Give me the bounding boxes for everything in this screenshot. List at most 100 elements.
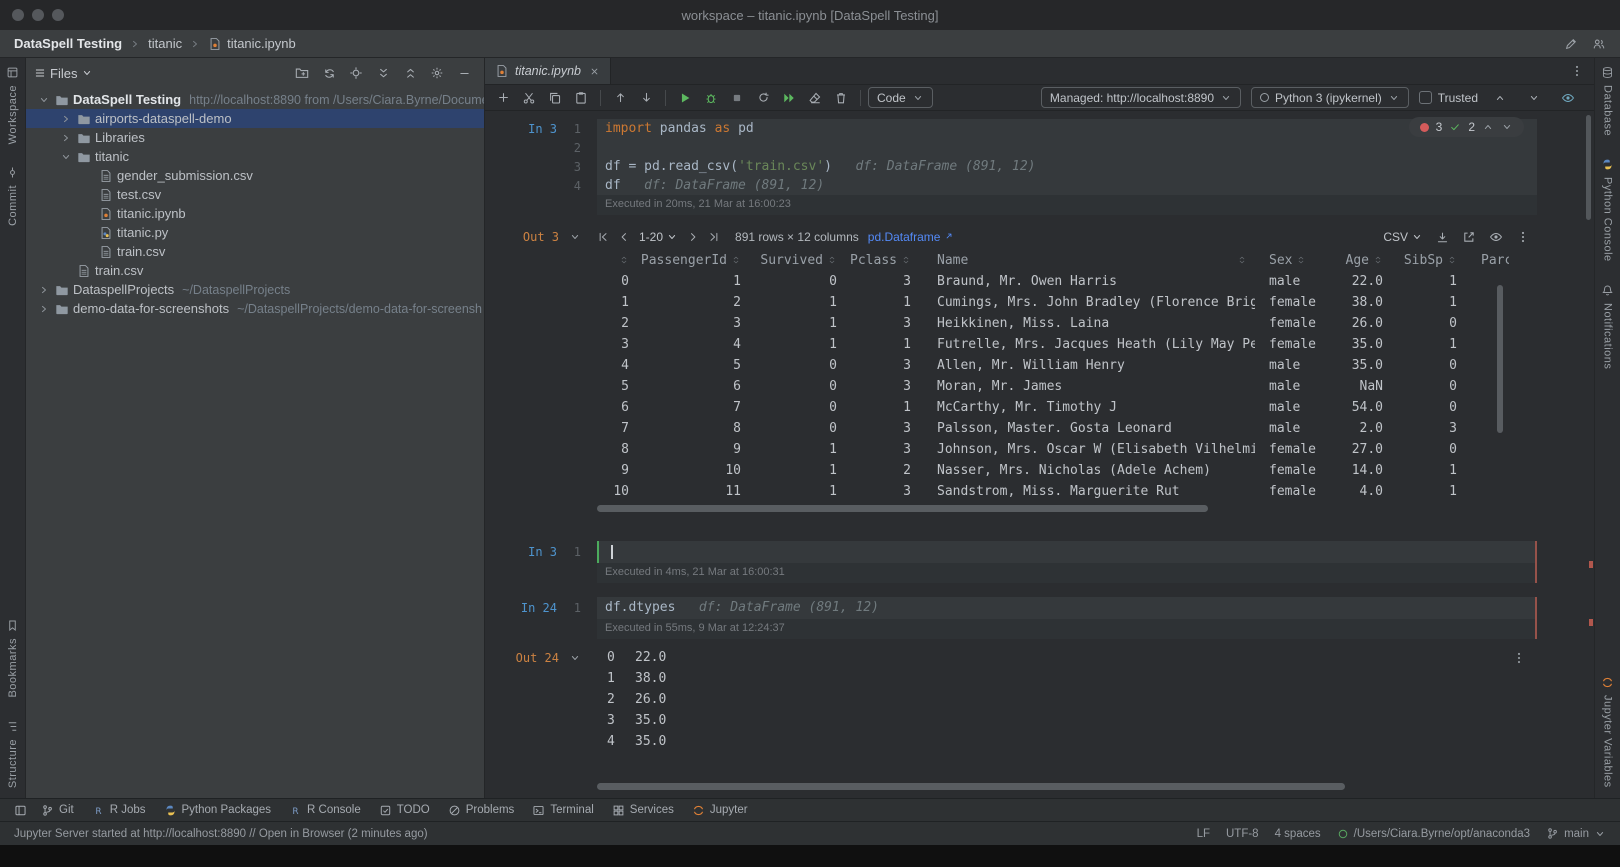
hide-icon[interactable] <box>452 62 476 84</box>
jupyter-server-select[interactable]: Managed: http://localhost:8890 <box>1041 87 1241 108</box>
status-message[interactable]: Jupyter Server started at http://localho… <box>14 828 428 840</box>
table-vertical-scrollbar[interactable] <box>1497 285 1503 433</box>
tool-stripe-jupyter-variables[interactable]: Jupyter Variables <box>1601 676 1614 788</box>
move-cell-down-icon[interactable] <box>634 87 658 109</box>
minimize-button[interactable] <box>32 9 44 21</box>
column-header-survived[interactable]: Survived <box>749 249 845 271</box>
tree-item-airports-dataspell-demo[interactable]: airports-dataspell-demo <box>26 109 484 128</box>
tool-stripe-python-console[interactable]: Python Console <box>1601 158 1614 262</box>
settings-icon[interactable] <box>425 62 449 84</box>
breadcrumb-file[interactable]: titanic.ipynb <box>208 36 296 51</box>
next-problem-icon[interactable] <box>1501 121 1513 133</box>
chevron-right-icon[interactable] <box>58 132 74 144</box>
line-separator-indicator[interactable]: LF <box>1197 828 1210 840</box>
next-page-icon[interactable] <box>687 231 699 243</box>
interrupt-kernel-icon[interactable] <box>725 87 749 109</box>
breadcrumb-folder[interactable]: titanic <box>148 36 182 51</box>
chevron-down-icon[interactable] <box>36 94 52 106</box>
column-header-pclass[interactable]: Pclass <box>845 249 919 271</box>
toolwindow-r-jobs[interactable]: RR Jobs <box>83 799 155 821</box>
output-collapse-chevron-icon[interactable] <box>569 652 581 664</box>
tool-stripe-workspace[interactable]: Workspace <box>6 66 19 144</box>
tool-stripe-commit[interactable]: Commit <box>6 166 19 226</box>
copy-cell-icon[interactable] <box>543 87 567 109</box>
locate-icon[interactable] <box>344 62 368 84</box>
collapse-all-icon[interactable] <box>398 62 422 84</box>
column-header-sibsp[interactable]: SibSp <box>1391 249 1465 271</box>
close-button[interactable] <box>12 9 24 21</box>
tree-item-dataspellprojects[interactable]: DataspellProjects~/DataspellProjects <box>26 280 484 299</box>
restart-kernel-icon[interactable] <box>751 87 775 109</box>
toolwindow-todo[interactable]: TODO <box>370 799 439 821</box>
toolwindow-problems[interactable]: Problems <box>439 799 524 821</box>
page-range-select[interactable]: 1-20 <box>639 230 678 244</box>
chevron-right-icon[interactable] <box>36 303 52 315</box>
tab-close-icon[interactable] <box>589 66 600 77</box>
kebab-menu-icon[interactable] <box>1512 647 1530 668</box>
encoding-indicator[interactable]: UTF-8 <box>1226 828 1259 840</box>
scrollbar-thumb[interactable] <box>597 505 1208 512</box>
cut-cell-icon[interactable] <box>517 87 541 109</box>
tree-item-titanic-ipynb[interactable]: titanic.ipynb <box>26 204 484 223</box>
prev-problem-icon[interactable] <box>1482 121 1494 133</box>
clear-outputs-icon[interactable] <box>803 87 827 109</box>
zoom-button[interactable] <box>52 9 64 21</box>
column-header-passengerid[interactable]: PassengerId <box>637 249 749 271</box>
tree-item-train-csv[interactable]: train.csv <box>26 242 484 261</box>
delete-cell-icon[interactable] <box>829 87 853 109</box>
chevron-right-icon[interactable] <box>36 284 52 296</box>
git-branch-indicator[interactable]: main <box>1546 827 1606 840</box>
kebab-menu-icon[interactable] <box>1516 230 1530 244</box>
code-with-me-icon[interactable] <box>1592 37 1606 51</box>
tree-item-demo-data-for-screenshots[interactable]: demo-data-for-screenshots~/DataspellProj… <box>26 299 484 318</box>
column-header-parc[interactable]: Parc <box>1465 249 1509 271</box>
open-in-new-icon[interactable] <box>1462 230 1476 244</box>
tree-item-gender-submission-csv[interactable]: gender_submission.csv <box>26 166 484 185</box>
toolwindow-terminal[interactable]: Terminal <box>523 799 602 821</box>
toolwindow-git[interactable]: Git <box>32 799 83 821</box>
toolwindow-python-packages[interactable]: Python Packages <box>155 799 281 821</box>
tab-titanic-ipynb[interactable]: titanic.ipynb <box>485 58 611 84</box>
code-line[interactable]: import pandas as pd <box>597 119 1537 138</box>
code-line[interactable] <box>597 138 1537 157</box>
toolwindow-r-console[interactable]: RR Console <box>280 799 370 821</box>
cell-type-select[interactable]: Code <box>868 87 933 108</box>
first-page-icon[interactable] <box>597 231 609 243</box>
eye-icon[interactable] <box>1556 87 1580 109</box>
dataframe-type-link[interactable]: pd.Dataframe <box>868 230 954 244</box>
scrollbar-thumb[interactable] <box>597 783 1345 790</box>
column-header-name[interactable]: Name <box>919 249 1255 271</box>
tab-options-kebab-icon[interactable] <box>1560 58 1594 84</box>
export-format-select[interactable]: CSV <box>1383 230 1423 244</box>
chevron-down-icon[interactable] <box>58 151 74 163</box>
last-page-icon[interactable] <box>708 231 720 243</box>
kernel-select[interactable]: Python 3 (ipykernel) <box>1251 87 1409 108</box>
download-icon[interactable] <box>1436 231 1449 244</box>
tool-stripe-bookmarks[interactable]: Bookmarks <box>6 619 19 698</box>
tool-stripe-database[interactable]: Database <box>1601 66 1614 136</box>
tool-windows-icon[interactable] <box>8 799 32 821</box>
breadcrumb-project[interactable]: DataSpell Testing <box>14 36 122 51</box>
run-all-cells-icon[interactable] <box>777 87 801 109</box>
table-horizontal-scrollbar[interactable] <box>597 505 1509 513</box>
eye-icon[interactable] <box>1489 230 1503 244</box>
tool-stripe-notifications[interactable]: Notifications <box>1601 284 1614 369</box>
collapse-all-cells-icon[interactable] <box>1488 87 1512 109</box>
debug-cell-icon[interactable] <box>699 87 723 109</box>
column-header-age[interactable]: Age <box>1325 249 1391 271</box>
column-header-index[interactable] <box>597 249 637 271</box>
move-cell-up-icon[interactable] <box>608 87 632 109</box>
inspections-widget[interactable]: 3 2 <box>1409 117 1524 137</box>
editor-vertical-scrollbar[interactable] <box>1586 115 1591 220</box>
new-folder-icon[interactable] <box>290 62 314 84</box>
tree-item-train-csv[interactable]: train.csv <box>26 261 484 280</box>
interpreter-indicator[interactable]: /Users/Ciara.Byrne/opt/anaconda3 <box>1337 828 1530 840</box>
paste-cell-icon[interactable] <box>569 87 593 109</box>
trusted-checkbox[interactable]: Trusted <box>1419 91 1478 105</box>
tree-item-test-csv[interactable]: test.csv <box>26 185 484 204</box>
column-header-sex[interactable]: Sex <box>1255 249 1325 271</box>
code-line[interactable]: df df: DataFrame (891, 12) <box>597 176 1537 195</box>
prev-page-icon[interactable] <box>618 231 630 243</box>
sync-icon[interactable] <box>317 62 341 84</box>
code-line[interactable] <box>597 541 1537 563</box>
